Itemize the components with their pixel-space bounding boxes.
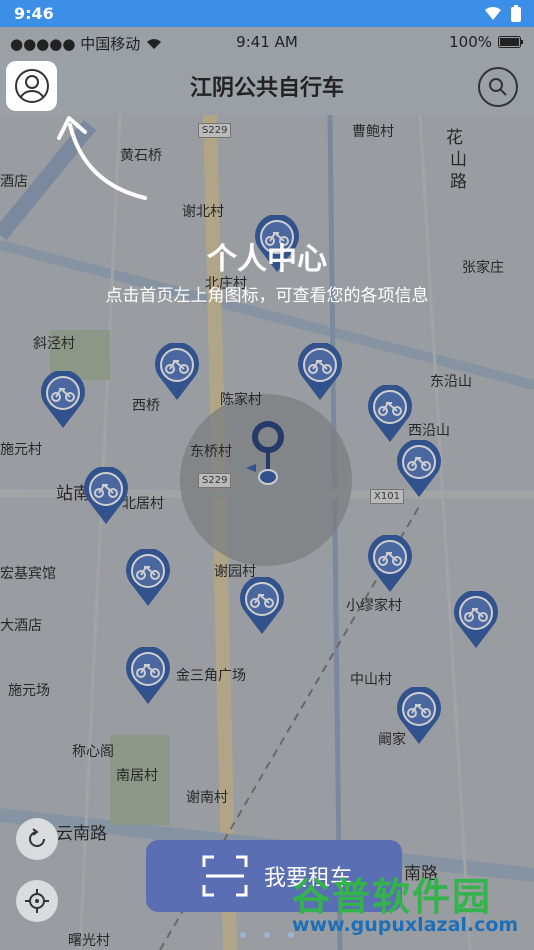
crosshair-icon <box>25 889 49 913</box>
search-icon <box>489 78 507 96</box>
tutorial-title: 个人中心 <box>207 242 327 277</box>
watermark-brand: 谷普软件园 <box>292 875 493 919</box>
screen: 黄石桥 曹鲍村 花 山 路 酒店 谢北村 北庄村 张家庄 斜泾村 西桥 陈家村 … <box>0 0 534 950</box>
tutorial-arrow-icon <box>57 116 147 200</box>
ios-status-bar: ●●●●● 中国移动 9:41 AM 100% <box>0 27 534 57</box>
system-time: 9:46 <box>14 4 54 23</box>
ios-time: 9:41 AM <box>236 33 298 51</box>
tutorial-subtitle: 点击首页左上角图标，可查看您的各项信息 <box>105 286 429 306</box>
watermark-url: www.gupuxlazal.com <box>292 914 519 936</box>
refresh-icon <box>29 828 45 847</box>
refresh-button[interactable] <box>16 818 58 860</box>
locate-button[interactable] <box>16 880 58 922</box>
battery-percent: 100% <box>449 33 492 51</box>
wifi-icon <box>485 6 501 20</box>
page-title: 江阴公共自行车 <box>189 76 344 101</box>
search-button[interactable] <box>478 67 518 107</box>
watermark: 谷普软件园 www.gupuxlazal.com <box>292 866 528 946</box>
system-status-bar: 9:46 <box>0 0 534 27</box>
scan-icon <box>202 855 248 897</box>
battery-icon <box>498 36 523 48</box>
profile-button[interactable] <box>6 61 57 111</box>
battery-icon <box>511 5 521 22</box>
person-circle-icon <box>14 69 49 103</box>
